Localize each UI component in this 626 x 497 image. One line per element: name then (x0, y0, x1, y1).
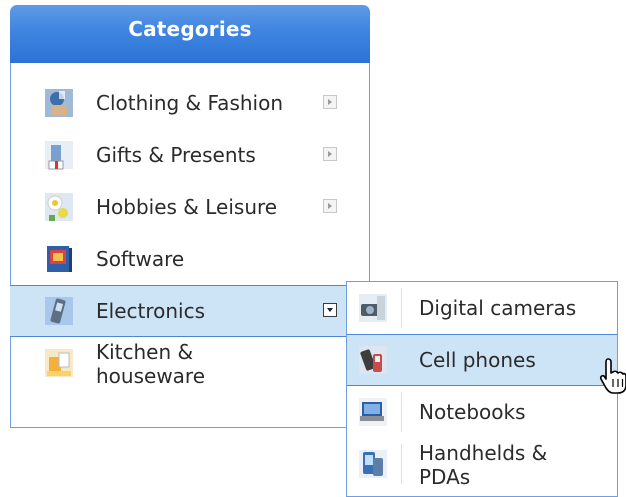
hobbies-icon (45, 193, 73, 221)
pda-icon (359, 450, 387, 478)
cell-phone-icon (359, 346, 387, 374)
submenu-expand-icon[interactable] (323, 303, 337, 317)
label-line: Kitchen & (96, 340, 194, 364)
category-label: Hobbies & Leisure (96, 195, 278, 219)
category-label: Kitchen & houseware (96, 340, 205, 388)
gift-icon (45, 141, 73, 170)
submenu-label: Cell phones (419, 348, 536, 372)
camera-icon (359, 294, 387, 322)
divider (401, 444, 402, 484)
divider (401, 288, 402, 328)
software-box-icon (47, 246, 72, 272)
electronics-icon (45, 297, 73, 325)
submenu-label: Notebooks (419, 400, 526, 424)
submenu-item-digital-cameras[interactable]: Digital cameras (347, 282, 617, 334)
submenu-label: Handhelds & PDAs (419, 441, 547, 489)
category-item-kitchen[interactable]: Kitchen & houseware (11, 337, 369, 389)
divider (401, 340, 402, 380)
category-item-hobbies[interactable]: Hobbies & Leisure (11, 181, 369, 233)
category-label: Gifts & Presents (96, 143, 256, 167)
notebook-icon (359, 398, 387, 426)
hand-cursor-icon (599, 358, 626, 394)
category-label: Software (96, 247, 185, 271)
category-item-gifts[interactable]: Gifts & Presents (11, 129, 369, 181)
label-line: PDAs (419, 465, 471, 489)
panel-title: Categories (128, 17, 252, 41)
category-item-electronics[interactable]: Electronics (10, 285, 370, 337)
category-label: Electronics (96, 299, 206, 323)
label-line: Handhelds & (419, 441, 548, 465)
categories-panel: Categories Clothing & Fashion Gifts & Pr… (10, 5, 370, 429)
category-list: Clothing & Fashion Gifts & Presents Hobb… (10, 63, 370, 428)
submenu-item-cell-phones[interactable]: Cell phones (347, 334, 617, 386)
label-line: houseware (96, 364, 206, 388)
category-label: Clothing & Fashion (96, 91, 284, 115)
category-item-clothing[interactable]: Clothing & Fashion (11, 77, 369, 129)
category-item-software[interactable]: Software (11, 233, 369, 285)
submenu-arrow-icon[interactable] (323, 147, 337, 161)
submenu-item-handhelds-pdas[interactable]: Handhelds & PDAs (347, 438, 617, 490)
submenu-arrow-icon[interactable] (323, 95, 337, 109)
electronics-submenu: Digital cameras Cell phones Notebooks Ha… (346, 281, 618, 497)
submenu-item-notebooks[interactable]: Notebooks (347, 386, 617, 438)
submenu-arrow-icon[interactable] (323, 199, 337, 213)
clothing-icon (45, 89, 73, 117)
panel-header: Categories (10, 5, 370, 63)
kitchen-icon (45, 349, 73, 377)
submenu-label: Digital cameras (419, 296, 577, 320)
divider (401, 392, 402, 432)
